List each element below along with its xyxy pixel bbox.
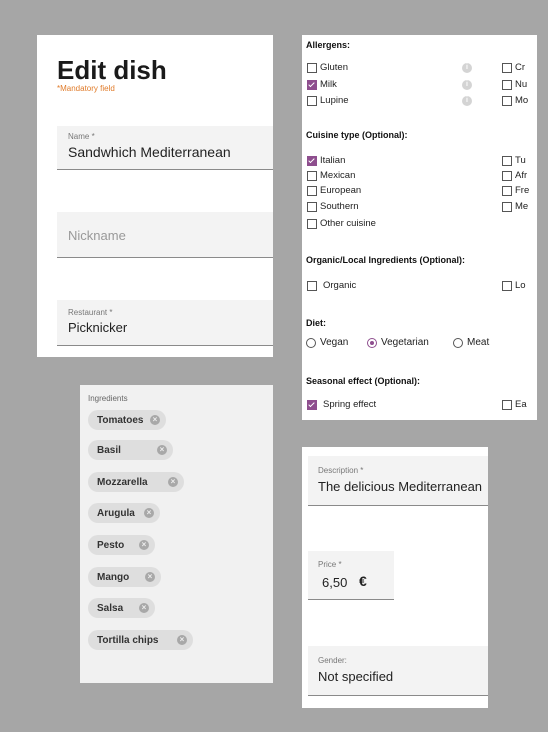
gender-value: Not specified	[318, 669, 394, 684]
name-field[interactable]: Name * Sandwhich Mediterranean	[57, 126, 273, 170]
page-title: Edit dish	[57, 55, 167, 85]
ingredients-panel: Ingredients Tomatoes × Basil × Mozzarell…	[80, 385, 273, 683]
ingredient-chip[interactable]: Mozzarella ×	[88, 472, 184, 492]
checkbox-box[interactable]	[307, 185, 317, 196]
info-icon[interactable]: i	[462, 80, 472, 90]
remove-chip-icon[interactable]: ×	[139, 603, 149, 613]
checkbox-box[interactable]	[502, 280, 512, 291]
allergen-milk-checkbox[interactable]: Milk	[307, 79, 337, 90]
checkbox-box[interactable]	[502, 95, 512, 106]
checkbox-box[interactable]	[502, 185, 512, 196]
checkbox-box[interactable]	[307, 399, 317, 410]
name-label: Name *	[68, 132, 95, 141]
ingredient-chip[interactable]: Basil ×	[88, 440, 173, 460]
checkbox-box[interactable]	[307, 95, 317, 106]
cuisine-tu-checkbox[interactable]: Tu	[502, 155, 526, 166]
remove-chip-icon[interactable]: ×	[157, 445, 167, 455]
remove-chip-icon[interactable]: ×	[139, 540, 149, 550]
radio-circle[interactable]	[367, 337, 377, 348]
restaurant-value: Picknicker	[68, 320, 128, 335]
allergen-lupine-checkbox[interactable]: Lupine	[307, 95, 349, 106]
allergen-nu-checkbox[interactable]: Nu	[502, 79, 527, 90]
restaurant-label: Restaurant *	[68, 308, 113, 317]
ingredient-chip[interactable]: Pesto ×	[88, 535, 155, 555]
organic-heading: Organic/Local Ingredients (Optional):	[306, 255, 466, 265]
checkbox-box[interactable]	[502, 399, 512, 410]
attributes-panel: Allergens: Gluten i Milk i Lupine i Cr N…	[302, 35, 537, 420]
cuisine-heading: Cuisine type (Optional):	[306, 130, 408, 140]
allergen-mo-checkbox[interactable]: Mo	[502, 95, 528, 106]
description-label: Description *	[318, 466, 364, 475]
remove-chip-icon[interactable]: ×	[177, 635, 187, 645]
checkbox-box[interactable]	[307, 170, 317, 181]
checkbox-box[interactable]	[502, 170, 512, 181]
ingredient-chip[interactable]: Arugula ×	[88, 503, 160, 523]
ingredient-chip[interactable]: Mango ×	[88, 567, 161, 587]
checkbox-box[interactable]	[307, 280, 317, 291]
checkbox-box[interactable]	[307, 201, 317, 212]
cuisine-southern-checkbox[interactable]: Southern	[307, 201, 359, 212]
remove-chip-icon[interactable]: ×	[144, 508, 154, 518]
checkbox-box[interactable]	[307, 62, 317, 73]
nickname-placeholder: Nickname	[68, 228, 126, 243]
seasonal-heading: Seasonal effect (Optional):	[306, 376, 421, 386]
local-checkbox[interactable]: Lo	[502, 280, 526, 291]
seasonal-ea-checkbox[interactable]: Ea	[502, 399, 527, 410]
price-value: 6,50	[322, 575, 348, 590]
details-panel: Description * The delicious Mediterranea…	[302, 447, 488, 708]
allergen-cr-checkbox[interactable]: Cr	[502, 62, 525, 73]
allergen-gluten-checkbox[interactable]: Gluten	[307, 62, 348, 73]
cuisine-european-checkbox[interactable]: European	[307, 185, 361, 196]
info-icon[interactable]: i	[462, 63, 472, 73]
checkbox-box[interactable]	[502, 62, 512, 73]
cuisine-me-checkbox[interactable]: Me	[502, 201, 528, 212]
radio-circle[interactable]	[453, 337, 463, 348]
diet-vegan-radio[interactable]: Vegan	[306, 337, 348, 348]
ingredients-label: Ingredients	[88, 394, 128, 403]
cuisine-mexican-checkbox[interactable]: Mexican	[307, 170, 355, 181]
checkbox-box[interactable]	[307, 79, 317, 90]
gender-field[interactable]: Gender: Not specified	[308, 646, 488, 696]
radio-circle[interactable]	[306, 337, 316, 348]
cuisine-afr-checkbox[interactable]: Afr	[502, 170, 527, 181]
checkbox-box[interactable]	[502, 201, 512, 212]
gender-label: Gender:	[318, 656, 347, 665]
cuisine-italian-checkbox[interactable]: Italian	[307, 155, 345, 166]
ingredient-chip[interactable]: Tortilla chips ×	[88, 630, 193, 650]
organic-checkbox[interactable]: Organic	[307, 280, 356, 291]
allergens-heading: Allergens:	[306, 40, 351, 50]
description-value: The delicious Mediterranean	[318, 479, 483, 494]
remove-chip-icon[interactable]: ×	[150, 415, 160, 425]
ingredient-chip[interactable]: Salsa ×	[88, 598, 155, 618]
edit-dish-panel: Edit dish *Mandatory field Name * Sandwh…	[37, 35, 273, 357]
diet-vegetarian-radio[interactable]: Vegetarian	[367, 337, 429, 348]
checkbox-box[interactable]	[502, 79, 512, 90]
diet-heading: Diet:	[306, 318, 326, 328]
name-value: Sandwhich Mediterranean	[68, 144, 231, 160]
checkbox-box[interactable]	[502, 155, 512, 166]
restaurant-field[interactable]: Restaurant * Picknicker	[57, 300, 273, 346]
cuisine-other-checkbox[interactable]: Other cuisine	[307, 218, 376, 229]
price-field[interactable]: Price * 6,50 €	[308, 551, 394, 600]
checkbox-box[interactable]	[307, 218, 317, 229]
seasonal-spring-checkbox[interactable]: Spring effect	[307, 399, 376, 410]
checkbox-box[interactable]	[307, 155, 317, 166]
mandatory-note: *Mandatory field	[57, 84, 115, 93]
nickname-field[interactable]: Nickname	[57, 212, 273, 258]
ingredient-chip[interactable]: Tomatoes ×	[88, 410, 166, 430]
price-label: Price *	[318, 560, 342, 569]
description-field[interactable]: Description * The delicious Mediterranea…	[308, 456, 488, 506]
remove-chip-icon[interactable]: ×	[145, 572, 155, 582]
cuisine-fre-checkbox[interactable]: Fre	[502, 185, 529, 196]
currency-symbol: €	[359, 573, 367, 589]
diet-meat-radio[interactable]: Meat	[453, 337, 489, 348]
info-icon[interactable]: i	[462, 96, 472, 106]
remove-chip-icon[interactable]: ×	[168, 477, 178, 487]
